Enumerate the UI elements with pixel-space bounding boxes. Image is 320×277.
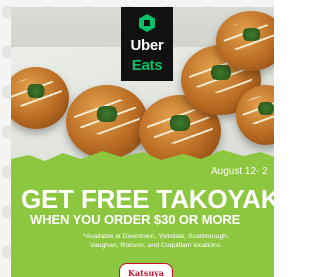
- disclaimer-line: Vaughan, Robson, and Coquitlam locations…: [89, 242, 223, 249]
- promo-date-range: August 12- 2: [211, 166, 268, 177]
- uber-eats-logo-icon: [139, 14, 155, 32]
- promo-disclaimer: *Available at Downtown, Yorkdale, Scarbo…: [31, 232, 274, 250]
- katsuya-logo: Katsuya: [119, 263, 173, 277]
- logo-eats-text: Eats: [131, 57, 163, 74]
- uber-eats-logo: Uber Eats: [121, 7, 173, 81]
- promo-subheadline: WHEN YOU ORDER $30 OR MORE: [30, 212, 241, 227]
- katsuya-logo-text: Katsuya: [128, 268, 164, 277]
- promo-ad-card[interactable]: Uber Eats August 12- 2 GET FREE TAKOYAK …: [11, 7, 274, 277]
- disclaimer-line: *Available at Downtown, Yorkdale, Scarbo…: [83, 233, 229, 240]
- promo-headline: GET FREE TAKOYAK: [21, 184, 274, 214]
- logo-uber-text: Uber: [130, 37, 164, 54]
- ad-frame: Uber Eats August 12- 2 GET FREE TAKOYAK …: [0, 0, 274, 277]
